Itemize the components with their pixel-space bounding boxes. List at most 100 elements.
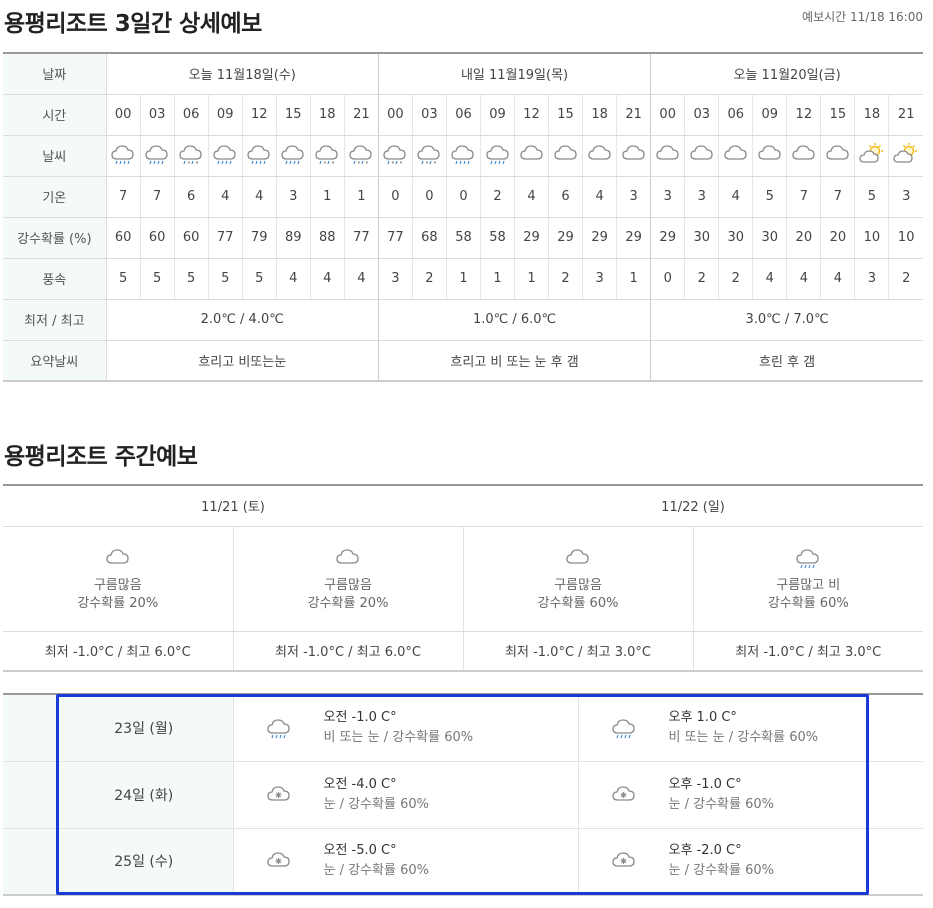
cloud-icon <box>514 135 550 177</box>
weekly-weather-cell: 구름많음 강수확률 20% <box>3 526 234 632</box>
time-row-cell: 12 <box>514 94 550 136</box>
time-row-cell: 18 <box>854 94 890 136</box>
time-row-cell: 15 <box>820 94 856 136</box>
sun-cloud-icon <box>854 135 890 177</box>
cloud-icon <box>684 135 720 177</box>
temp-row-cell: 6 <box>548 176 584 218</box>
wind-row-cell: 4 <box>310 258 345 300</box>
weekly-minmax: 최저 -1.0°C / 최고 6.0°C <box>3 631 234 671</box>
precip-row-cell: 60 <box>174 217 209 259</box>
precip-row-cell: 77 <box>378 217 413 259</box>
precip-row-cell: 89 <box>276 217 311 259</box>
cloud-icon <box>234 545 463 571</box>
minmax-cell: 2.0℃ / 4.0℃ <box>106 299 379 341</box>
later-pm-cell: 오후 -2.0 C° 눈 / 강수확률 60% <box>577 828 923 896</box>
cloud-icon <box>650 135 686 177</box>
later-desc: 눈 / 강수확률 60% <box>323 863 429 879</box>
minmax-cell: 3.0℃ / 7.0℃ <box>650 299 923 341</box>
precip-row-cell: 29 <box>514 217 550 259</box>
snow-cloud-icon <box>234 848 324 874</box>
weekly-minmax: 최저 -1.0°C / 최고 3.0°C <box>735 645 882 661</box>
time-row-cell: 12 <box>786 94 822 136</box>
time-row: 시간 00 03 06 09 12 15 18 21 00 03 06 09 12 15 18 21 00 03 06… <box>3 94 923 136</box>
time-row-cell: 03 <box>412 94 447 136</box>
rain-cloud-icon <box>446 135 481 177</box>
minmax-row: 최저 / 최고 2.0℃ / 4.0℃ 1.0℃ / 6.0℃ 3.0℃ / 7.0℃ <box>3 299 923 341</box>
wind-row-label: 풍속 <box>3 258 107 300</box>
rain-cloud-icon <box>234 715 324 741</box>
precip-row-cell: 10 <box>854 217 890 259</box>
cloud-icon <box>582 135 618 177</box>
precip-row-cell: 77 <box>344 217 379 259</box>
rain-cloud-icon <box>106 135 141 177</box>
cloud-icon <box>464 545 693 571</box>
later-temp: 오전 -5.0 C° <box>323 843 397 859</box>
later-day-label: 23일 (월) <box>3 694 233 762</box>
time-row-label: 시간 <box>3 94 107 136</box>
time-row-cell: 18 <box>582 94 618 136</box>
time-row-cell: 00 <box>650 94 686 136</box>
weekly-desc: 구름많고 비 <box>776 577 841 593</box>
wind-row-cell: 3 <box>378 258 413 300</box>
precip-row-label: 강수확률 (%) <box>3 217 107 259</box>
summary-row-label: 요약날씨 <box>3 340 107 382</box>
weekly-desc: 구름많음 <box>324 577 372 593</box>
time-row-cell: 00 <box>378 94 413 136</box>
time-row-cell: 15 <box>548 94 584 136</box>
time-row-cell: 03 <box>684 94 720 136</box>
temp-row-cell: 4 <box>242 176 277 218</box>
later-temp: 오후 1.0 C° <box>668 709 737 725</box>
weekly-minmax: 최저 -1.0°C / 최고 6.0°C <box>233 631 464 671</box>
minmax-cell: 1.0℃ / 6.0℃ <box>378 299 652 341</box>
weekly-precip: 강수확률 20% <box>77 595 159 611</box>
snow-cloud-icon <box>579 848 669 874</box>
time-row-cell: 03 <box>140 94 175 136</box>
time-row-cell: 00 <box>106 94 141 136</box>
time-row-cell: 15 <box>276 94 311 136</box>
precip-row-cell: 58 <box>480 217 516 259</box>
precip-row-cell: 68 <box>412 217 447 259</box>
sleet-cloud-icon <box>344 135 379 177</box>
rain-cloud-icon <box>276 135 311 177</box>
summary-cell: 흐리고 비또는눈 <box>106 340 379 382</box>
precip-row-cell: 30 <box>752 217 788 259</box>
temp-row-cell: 4 <box>582 176 618 218</box>
later-days-table: 23일 (월) 오전 -1.0 C° 비 또는 눈 / 강수확률 60% 오후 1.0… <box>3 693 923 896</box>
temp-row-cell: 6 <box>174 176 209 218</box>
minmax-row-label: 최저 / 최고 <box>3 299 107 341</box>
temp-row-cell: 0 <box>378 176 413 218</box>
wind-row-cell: 0 <box>650 258 686 300</box>
wind-row-cell: 5 <box>140 258 175 300</box>
sleet-cloud-icon <box>378 135 413 177</box>
cloud-icon <box>786 135 822 177</box>
wind-row-cell: 5 <box>174 258 209 300</box>
later-day-row: 24일 (화) 오전 -4.0 C° 눈 / 강수확률 60% 오후 -1.0 C° 눈… <box>3 761 923 829</box>
time-row-cell: 21 <box>344 94 379 136</box>
sleet-cloud-icon <box>174 135 209 177</box>
precip-row: 강수확률 (%) 60 60 60 77 79 89 88 77 77 68 58 58 29 29 29 29… <box>3 217 923 259</box>
weather-row-label: 날씨 <box>3 135 107 177</box>
precip-row-cell: 29 <box>616 217 652 259</box>
temp-row-cell: 7 <box>140 176 175 218</box>
wind-row-cell: 4 <box>752 258 788 300</box>
later-temp: 오전 -4.0 C° <box>323 776 397 792</box>
later-desc: 비 또는 눈 / 강수확률 60% <box>323 729 474 745</box>
later-pm-cell: 오후 1.0 C° 비 또는 눈 / 강수확률 60% <box>577 694 923 762</box>
precip-row-cell: 58 <box>446 217 481 259</box>
cloud-icon <box>718 135 754 177</box>
time-row-cell: 09 <box>208 94 243 136</box>
snow-cloud-icon <box>234 782 324 808</box>
wind-row-cell: 1 <box>616 258 652 300</box>
wind-row-cell: 1 <box>514 258 550 300</box>
summary-row: 요약날씨 흐리고 비또는눈 흐리고 비 또는 눈 후 갬 흐린 후 갬 <box>3 340 923 382</box>
temp-row-cell: 3 <box>888 176 923 218</box>
wind-row-cell: 4 <box>820 258 856 300</box>
temp-row-cell: 3 <box>684 176 720 218</box>
wind-row-cell: 5 <box>242 258 277 300</box>
weather-row: 날씨 <box>3 135 923 177</box>
wind-row-cell: 4 <box>786 258 822 300</box>
time-row-cell: 21 <box>616 94 652 136</box>
later-temp: 오후 -2.0 C° <box>668 843 742 859</box>
rain-cloud-icon <box>208 135 243 177</box>
precip-row-cell: 20 <box>820 217 856 259</box>
